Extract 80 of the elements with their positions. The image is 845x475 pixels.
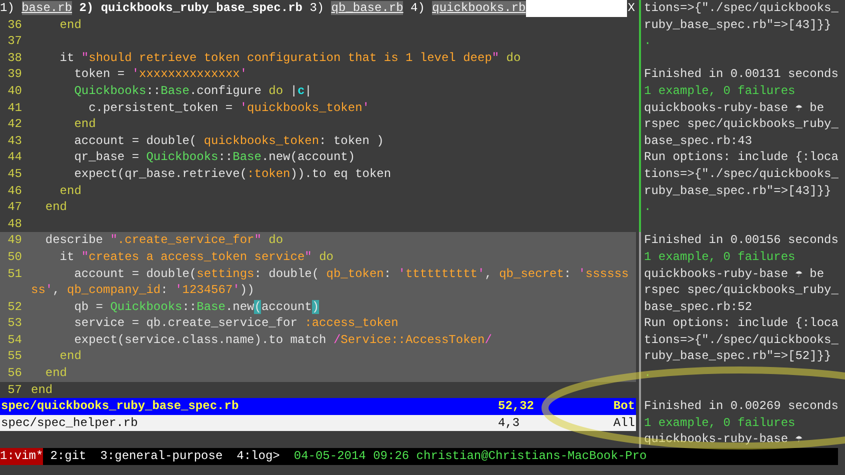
line-number: 40: [6, 82, 23, 100]
terminal-output-line: 1 example, 0 failures: [644, 414, 796, 432]
code-line: end: [73, 116, 96, 133]
code-line: expect(qr_base.retrieve(:token)).to eq token: [73, 166, 392, 183]
terminal-output-line: tions=>{"./spec/quickbooks_: [644, 0, 838, 17]
code-line: end: [58, 182, 82, 200]
line-number: 47: [6, 199, 23, 216]
tmux-window-tab[interactable]: 2:git: [50, 448, 86, 465]
code-line: end: [58, 348, 82, 366]
file-path: spec/spec_helper.rb: [0, 414, 139, 432]
code-line: it "creates a access_token service" do: [58, 248, 334, 266]
line-number: 43: [6, 132, 23, 150]
terminal-output-line: ruby_base_spec.rb"=>[52]}}: [644, 348, 832, 366]
line-number: 39: [6, 66, 23, 83]
terminal-output-line: tions=>{"./spec/quickbooks_: [644, 166, 838, 183]
terminal-output-line: rspec spec/quickbooks_ruby_: [644, 282, 838, 299]
code-line: describe ".create_service_for" do: [44, 232, 284, 249]
line-number: 45: [6, 166, 23, 183]
terminal-output-line: Finished in 0.00156 seconds: [644, 232, 838, 249]
cursor-position: 4,3: [498, 414, 521, 432]
line-number: 54: [6, 332, 23, 348]
terminal-output-line: base_spec.rb:43: [644, 132, 752, 150]
code-line: end: [44, 365, 68, 382]
tmux-window-tab[interactable]: 1:vim*: [0, 448, 44, 465]
line-number: 41: [6, 100, 23, 116]
code-line: Quickbooks::Base.configure do |c|: [73, 82, 312, 100]
line-number: 36: [6, 16, 23, 34]
line-number: 52: [6, 298, 23, 316]
code-line: ss', qb_company_id: '1234567')): [31, 282, 254, 299]
code-line: it "should retrieve token configuration that is 1 level deep" do: [58, 50, 521, 66]
code-line: qb = Quickbooks::Base.new(account): [73, 298, 320, 316]
line-number: 57: [6, 382, 23, 398]
code-line: account = double( quickbooks_token: token ): [73, 132, 384, 150]
code-line: expect(service.class.name).to match /Service::AccessToken/: [73, 332, 492, 348]
line-number: 46: [6, 182, 23, 200]
line-number: 44: [6, 149, 23, 166]
terminal-output-line: 1 example, 0 failures: [644, 82, 796, 100]
line-number: 51: [6, 266, 23, 282]
editor-tab[interactable]: 2) quickbooks_ruby_base_spec.rb: [79, 0, 302, 17]
tmux-window-tab[interactable]: 3:general-purpose: [100, 448, 223, 465]
scroll-position: All: [613, 414, 636, 432]
line-number: 48: [6, 216, 23, 232]
cursor-position: 52,32: [498, 398, 536, 415]
scroll-position: Bot: [613, 398, 636, 415]
terminal-output-line: quickbooks-ruby-base ☂ be: [644, 100, 824, 116]
line-number: 42: [6, 116, 23, 133]
close-tab-button[interactable]: X: [626, 0, 636, 17]
code-line: end: [44, 199, 68, 216]
terminal-output-line: .: [644, 33, 652, 50]
code-line: end: [58, 16, 82, 34]
code-line: c.persistent_token = 'quickbooks_token': [88, 100, 370, 116]
file-path: spec/quickbooks_ruby_base_spec.rb: [0, 398, 240, 415]
tmux-status-text: 04-05-2014 09:26 christian@Christians-MacBook-Pro: [294, 448, 647, 465]
code-line: service = qb.create_service_for :access_token: [73, 315, 398, 332]
terminal-output-line: Run options: include {:loca: [644, 149, 838, 166]
terminal-output-line: quickbooks-ruby-base ☂: [644, 431, 802, 448]
line-number: 37: [6, 33, 23, 50]
terminal-output-line: 1 example, 0 failures: [644, 248, 796, 266]
terminal-output-line: ruby_base_spec.rb"=>[43]}}: [644, 182, 832, 200]
terminal-output-line: base_spec.rb:52: [644, 298, 752, 316]
code-line: qr_base = Quickbooks::Base.new(account): [73, 149, 356, 166]
line-number: 50: [6, 248, 23, 266]
terminal-output-line: ruby_base_spec.rb"=>[43]}}: [644, 16, 832, 34]
terminal-output-line: .: [644, 199, 652, 216]
terminal-output-line: rspec spec/quickbooks_ruby_: [644, 116, 838, 133]
code-line: token = 'xxxxxxxxxxxxxx': [73, 66, 248, 83]
line-number: 49: [6, 232, 23, 249]
tmux-window-tab[interactable]: 4:log>: [236, 448, 280, 465]
terminal-output-line: Finished in 0.00269 seconds: [644, 398, 838, 415]
code-line: end: [31, 382, 53, 398]
terminal-output-line: .: [644, 365, 652, 382]
line-number: 56: [6, 365, 23, 382]
line-number: 38: [6, 50, 23, 66]
terminal-output-line: Run options: include {:loca: [644, 315, 838, 332]
terminal-output-line: quickbooks-ruby-base ☂ be: [644, 266, 824, 282]
code-line: account = double(settings: double( qb_token: 'tttttttttt', qb_secret: 'ssssss: [73, 266, 629, 282]
terminal-output-line: Finished in 0.00131 seconds: [644, 66, 838, 83]
terminal-output-line: tions=>{"./spec/quickbooks_: [644, 332, 838, 348]
line-number: 53: [6, 315, 23, 332]
line-number: 55: [6, 348, 23, 366]
